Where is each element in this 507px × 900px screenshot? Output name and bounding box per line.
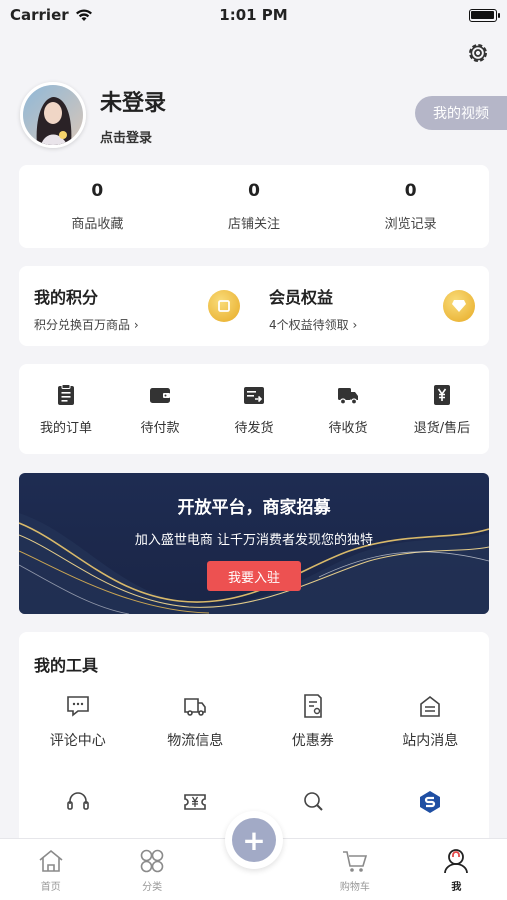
tool-comments[interactable]: 评论中心	[19, 692, 137, 788]
tool-messages[interactable]: 站内消息	[372, 692, 490, 788]
battery-fill	[471, 11, 495, 19]
stat-label: 店铺关注	[228, 217, 281, 232]
stat-value: 0	[91, 181, 104, 201]
tool-logistics[interactable]: 物流信息	[137, 692, 255, 788]
order-label: 待发货	[234, 420, 274, 436]
profile-header: 未登录 点击登录 我的视频	[20, 80, 507, 150]
stat-label: 商品收藏	[71, 217, 124, 232]
login-link[interactable]: 点击登录	[100, 127, 166, 146]
tab-label: 购物车	[339, 882, 370, 893]
wifi-icon	[75, 9, 92, 21]
cart-icon	[342, 851, 367, 872]
banner-subtitle: 加入盛世电商 让千万消费者发现您的独特	[134, 533, 374, 548]
delivery-icon	[184, 698, 207, 716]
status-left: Carrier	[10, 6, 130, 24]
tool-label: 站内消息	[402, 733, 459, 749]
order-pending-receipt[interactable]: 待收货	[301, 364, 395, 454]
gear-icon[interactable]	[465, 40, 491, 66]
diamond-icon	[443, 290, 475, 322]
stat-history[interactable]: 0 浏览记录	[332, 165, 489, 248]
refund-icon	[434, 384, 450, 405]
member-benefits[interactable]: 会员权益 4个权益待领取 ›	[254, 266, 489, 346]
coin-icon	[208, 290, 240, 322]
nickname: 未登录	[100, 90, 167, 116]
banner-title: 开放平台，商家招募	[177, 498, 331, 518]
stat-favorites[interactable]: 0 商品收藏	[19, 165, 176, 248]
order-label: 待收货	[328, 420, 368, 436]
profile-text: 未登录 点击登录	[100, 85, 166, 146]
stat-followed-shops[interactable]: 0 店铺关注	[176, 165, 333, 248]
order-all[interactable]: 我的订单	[19, 364, 113, 454]
category-icon	[140, 849, 164, 873]
status-bar: Carrier 1:01 PM	[0, 0, 507, 30]
order-label: 退货/售后	[413, 420, 471, 436]
tab-home[interactable]: 首页	[0, 839, 101, 900]
ship-box-icon	[244, 386, 264, 404]
coupon-icon	[303, 694, 322, 718]
add-icon: +	[232, 818, 276, 862]
stat-value: 0	[404, 181, 417, 201]
stats-card: 0 商品收藏 0 店铺关注 0 浏览记录	[19, 165, 489, 248]
tab-me[interactable]: 我	[406, 839, 507, 900]
tool-coupons[interactable]: 优惠券	[254, 692, 372, 788]
tab-label: 我	[451, 882, 462, 893]
headset-icon	[66, 792, 89, 810]
ticket-icon	[184, 794, 207, 810]
tools-title: 我的工具	[34, 656, 99, 675]
avatar[interactable]	[20, 82, 86, 148]
tool-label: 评论中心	[49, 733, 106, 749]
stat-label: 浏览记录	[384, 217, 437, 232]
order-label: 待付款	[140, 420, 180, 436]
order-label: 我的订单	[39, 420, 92, 436]
order-pending-payment[interactable]: 待付款	[113, 364, 207, 454]
clock: 1:01 PM	[219, 6, 288, 24]
my-points[interactable]: 我的积分 积分兑换百万商品 ›	[19, 266, 254, 346]
message-icon	[420, 695, 441, 717]
tab-label: 首页	[40, 882, 61, 893]
search-doc-icon	[303, 792, 323, 811]
tab-category[interactable]: 分类	[101, 839, 202, 900]
orders-card: 我的订单 待付款 待发货 待收货 退货/售后	[19, 364, 489, 454]
truck-icon	[338, 387, 358, 405]
stat-value: 0	[248, 181, 260, 201]
clipboard-icon	[58, 383, 74, 405]
member-subtitle-text: 4个权益待领取	[269, 318, 349, 332]
tab-label: 分类	[142, 882, 163, 893]
points-card: 我的积分 积分兑换百万商品 › 会员权益 4个权益待领取 ›	[19, 266, 489, 346]
chevron-right-icon: ›	[133, 318, 139, 332]
battery-icon	[468, 8, 500, 22]
comment-icon	[66, 696, 89, 717]
order-refund[interactable]: 退货/售后	[395, 364, 489, 454]
carrier-label: Carrier	[10, 6, 69, 24]
status-right	[377, 8, 500, 22]
brand-logo-icon	[420, 791, 441, 813]
tool-label: 物流信息	[167, 733, 224, 749]
home-icon	[39, 849, 63, 872]
my-videos-button[interactable]: 我的视频	[415, 96, 507, 130]
user-icon	[444, 849, 469, 874]
avatar-image	[23, 85, 83, 145]
merchant-banner[interactable]: 开放平台，商家招募 加入盛世电商 让千万消费者发现您的独特 我要入驻	[19, 473, 489, 614]
add-button[interactable]: +	[225, 811, 283, 869]
tab-cart[interactable]: 购物车	[304, 839, 405, 900]
chevron-right-icon: ›	[352, 318, 358, 332]
tool-label: 优惠券	[291, 733, 334, 749]
order-pending-shipment[interactable]: 待发货	[207, 364, 301, 454]
join-button[interactable]: 我要入驻	[207, 561, 301, 591]
wallet-icon	[150, 387, 170, 403]
points-subtitle-text: 积分兑换百万商品	[34, 318, 131, 332]
